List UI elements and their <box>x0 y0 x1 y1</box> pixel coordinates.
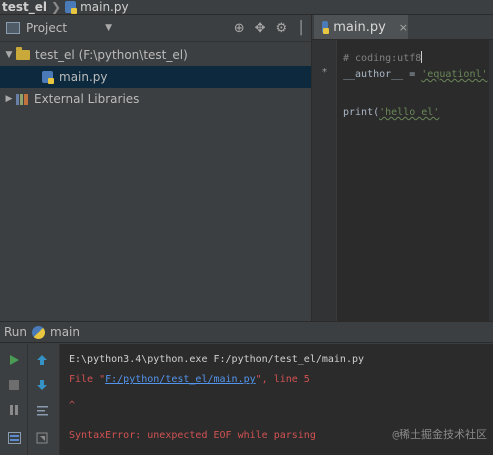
run-panel-header: Run main <box>0 321 493 343</box>
stop-button[interactable] <box>6 377 22 393</box>
scroll-from-source-icon[interactable]: ⊕ <box>234 22 245 35</box>
code-string: 'hello el' <box>379 107 440 118</box>
folder-icon <box>16 47 30 60</box>
chevron-down-icon[interactable]: ▼ <box>105 23 112 33</box>
editor-scrollbar[interactable] <box>489 40 493 321</box>
tree-item-label: test_el (F:\python\test_el) <box>35 48 188 62</box>
stop-icon <box>9 380 19 390</box>
gear-icon[interactable]: ⚙ <box>276 22 288 35</box>
project-icon <box>6 22 20 34</box>
rerun-button[interactable] <box>6 352 22 368</box>
breadcrumb: test_el ❯ main.py <box>0 0 493 15</box>
console-text: File " <box>69 374 106 385</box>
expand-arrow-icon[interactable]: ▶ <box>2 94 16 104</box>
python-icon <box>32 325 46 339</box>
pin-icon <box>36 432 48 444</box>
expand-arrow-icon[interactable]: ▼ <box>2 50 16 60</box>
code-text: __author__ = <box>343 69 422 80</box>
python-file-icon <box>322 21 330 34</box>
code-line-2: __author__ = 'equationl' <box>343 69 488 80</box>
tree-row-main-py[interactable]: main.py <box>0 66 311 88</box>
python-file-icon <box>65 1 78 14</box>
up-stack-button[interactable] <box>34 352 50 368</box>
editor-tab-bar: main.py × <box>312 15 493 40</box>
pin-tab-button[interactable] <box>34 430 50 446</box>
arrow-up-icon <box>37 355 47 365</box>
code-string: 'equationl' <box>421 69 488 80</box>
collapse-all-icon[interactable]: ✥ <box>255 22 266 35</box>
tab-label: main.py <box>333 19 386 35</box>
project-panel-tools: ⊕ ✥ ⚙ │ <box>234 22 305 35</box>
console-traceback-line: File "F:/python/test_el/main.py", line 5 <box>69 374 310 385</box>
layout-button[interactable] <box>6 430 22 446</box>
library-icon <box>16 93 28 105</box>
project-tree: ▼ test_el (F:\python\test_el) main.py ▶ … <box>0 42 311 110</box>
run-config-name[interactable]: main <box>50 325 80 339</box>
pause-icon <box>10 405 18 415</box>
tree-row-external-libraries[interactable]: ▶ External Libraries <box>0 88 311 110</box>
breadcrumb-project[interactable]: test_el <box>2 0 47 14</box>
run-console[interactable]: E:\python3.4\python.exe F:/python/test_e… <box>60 344 493 455</box>
watermark: @稀土掘金技术社区 <box>392 428 487 441</box>
console-caret-line: ^ <box>69 400 76 411</box>
console-file-link[interactable]: F:/python/test_el/main.py <box>105 374 256 385</box>
tree-row-project-root[interactable]: ▼ test_el (F:\python\test_el) <box>0 44 311 66</box>
run-toolbar-primary <box>0 344 28 455</box>
play-icon <box>10 355 19 365</box>
console-error-message: SyntaxError: unexpected EOF while parsin… <box>69 430 316 441</box>
close-icon[interactable]: × <box>399 21 408 34</box>
editor-gutter: * <box>312 40 337 321</box>
down-stack-button[interactable] <box>34 377 50 393</box>
hide-panel-icon[interactable]: │ <box>297 22 305 35</box>
code-comment: # coding:utf8 <box>343 53 422 64</box>
tree-item-label: External Libraries <box>34 92 140 106</box>
breadcrumb-separator: ❯ <box>51 0 62 14</box>
tab-main-py[interactable]: main.py × <box>314 15 408 39</box>
tree-item-label: main.py <box>59 70 108 84</box>
gutter-marker: * <box>322 67 327 78</box>
code-text: print( <box>343 107 380 118</box>
text-caret <box>421 51 423 63</box>
project-panel: Project ▼ ⊕ ✥ ⚙ │ ▼ test_el (F:\python\t… <box>0 15 312 321</box>
ide-window: test_el ❯ main.py Project ▼ ⊕ ✥ ⚙ │ ▼ te… <box>0 0 493 455</box>
console-command-line: E:\python3.4\python.exe F:/python/test_e… <box>69 354 365 365</box>
code-editor[interactable]: # coding:utf8 __author__ = 'equationl' p… <box>337 40 493 321</box>
project-panel-title[interactable]: Project <box>26 21 67 35</box>
soft-wrap-icon <box>36 406 48 416</box>
pause-button[interactable] <box>6 402 22 418</box>
python-file-icon <box>42 71 54 84</box>
run-panel-title: Run <box>4 325 28 339</box>
code-line-4: print('hello el' <box>343 107 439 118</box>
console-text: ", line 5 <box>255 374 310 385</box>
arrow-down-icon <box>37 380 47 390</box>
breadcrumb-file[interactable]: main.py <box>80 0 129 14</box>
layout-icon <box>7 432 21 444</box>
run-toolbar-secondary <box>28 344 60 455</box>
soft-wrap-button[interactable] <box>34 402 50 418</box>
project-panel-header: Project ▼ ⊕ ✥ ⚙ │ <box>0 15 311 42</box>
code-line-1: # coding:utf8 <box>343 51 423 64</box>
